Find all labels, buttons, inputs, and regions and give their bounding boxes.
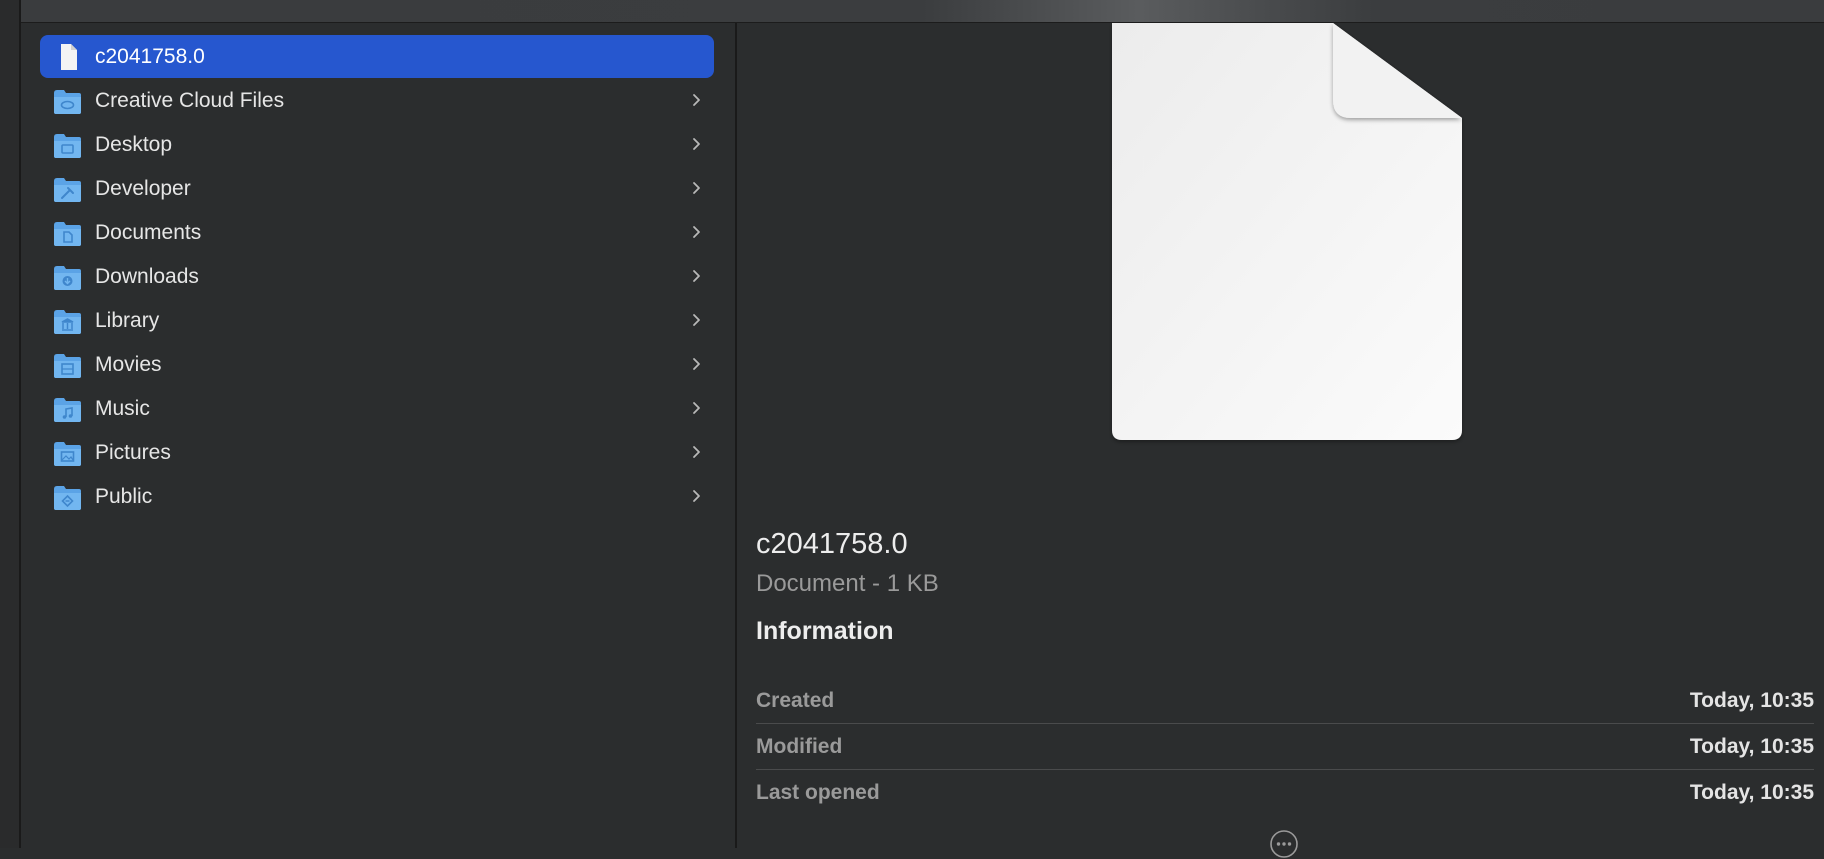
list-item-creative-cloud-files[interactable]: Creative Cloud Files — [40, 79, 714, 122]
window-edge — [0, 0, 21, 848]
info-key: Modified — [756, 735, 843, 758]
list-item-label: Public — [95, 484, 153, 508]
chevron-right-icon — [693, 94, 700, 106]
info-value: Today, 10:35 — [1689, 689, 1814, 712]
info-key: Created — [756, 689, 835, 712]
list-item-public[interactable]: Public — [40, 475, 714, 518]
info-row-last-opened: Last opened Today, 10:35 — [756, 770, 1814, 816]
more-ellipsis-icon[interactable] — [1269, 829, 1299, 859]
list-item-music[interactable]: Music — [40, 387, 714, 430]
public-folder-icon — [54, 485, 81, 510]
list-item-label: Developer — [95, 176, 191, 200]
list-item-pictures[interactable]: Pictures — [40, 431, 714, 474]
list-item-developer[interactable]: Developer — [40, 167, 714, 210]
list-item-desktop[interactable]: Desktop — [40, 123, 714, 166]
list-item-file[interactable]: c2041758.0 — [40, 35, 714, 78]
chevron-right-icon — [693, 182, 700, 194]
movies-folder-icon — [54, 353, 81, 378]
list-item-label: Downloads — [95, 264, 199, 288]
creative-cloud-folder-icon — [54, 89, 81, 114]
music-folder-icon — [54, 397, 81, 422]
library-folder-icon — [54, 309, 81, 334]
toolbar-strip — [21, 0, 1824, 23]
info-value: Today, 10:35 — [1689, 735, 1814, 758]
list-item-label: Library — [95, 308, 160, 332]
desktop-folder-icon — [54, 133, 81, 158]
chevron-right-icon — [693, 358, 700, 370]
chevron-right-icon — [693, 138, 700, 150]
information-heading: Information — [756, 617, 894, 645]
pictures-folder-icon — [54, 441, 81, 466]
list-item-label: Music — [95, 396, 150, 420]
chevron-right-icon — [693, 402, 700, 414]
chevron-right-icon — [693, 270, 700, 282]
list-item-label: Desktop — [95, 132, 173, 156]
list-item-label: Creative Cloud Files — [95, 88, 285, 112]
list-item-movies[interactable]: Movies — [40, 343, 714, 386]
list-item-label: Documents — [95, 220, 202, 244]
info-key: Last opened — [756, 781, 880, 804]
list-item-library[interactable]: Library — [40, 299, 714, 342]
preview-file-name: c2041758.0 — [756, 528, 908, 560]
info-value: Today, 10:35 — [1689, 781, 1814, 804]
list-item-downloads[interactable]: Downloads — [40, 255, 714, 298]
document-icon — [61, 43, 77, 70]
finder-column: c2041758.0 Creative Cloud Files Desktop … — [21, 23, 737, 848]
list-item-label: Movies — [95, 352, 162, 376]
document-preview-icon — [1112, 23, 1462, 440]
info-row-created: Created Today, 10:35 — [756, 678, 1814, 724]
chevron-right-icon — [693, 490, 700, 502]
documents-folder-icon — [54, 221, 81, 246]
chevron-right-icon — [693, 226, 700, 238]
developer-folder-icon — [54, 177, 81, 202]
preview-file-kind: Document - 1 KB — [756, 570, 939, 597]
chevron-right-icon — [693, 314, 700, 326]
list-item-label: c2041758.0 — [95, 44, 205, 68]
preview-pane: c2041758.0 Document - 1 KB Information C… — [737, 23, 1824, 858]
info-row-modified: Modified Today, 10:35 — [756, 724, 1814, 770]
chevron-right-icon — [693, 446, 700, 458]
list-item-documents[interactable]: Documents — [40, 211, 714, 254]
downloads-folder-icon — [54, 265, 81, 290]
list-item-label: Pictures — [95, 440, 171, 464]
